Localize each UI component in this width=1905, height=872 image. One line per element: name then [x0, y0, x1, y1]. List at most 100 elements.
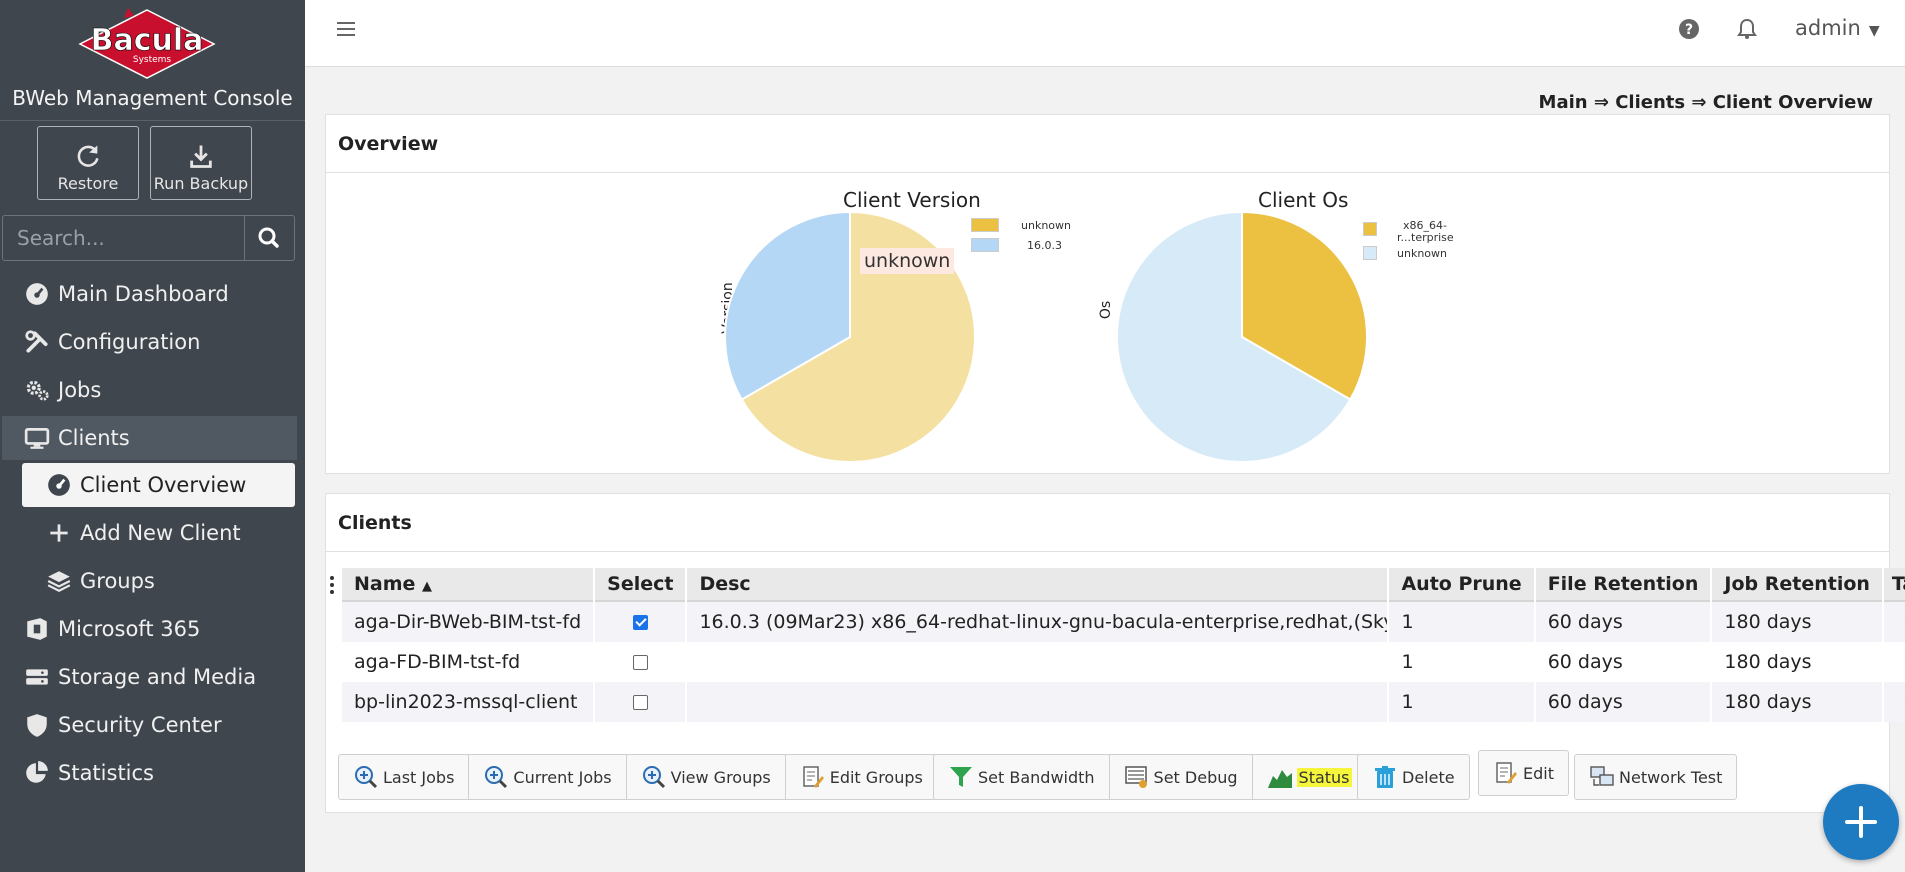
select-cell [595, 642, 686, 682]
status-button[interactable]: Status [1253, 755, 1366, 799]
search-input[interactable] [3, 216, 245, 260]
caret-down-icon: ▼ [1868, 23, 1880, 39]
last-jobs-button[interactable]: Last Jobs [339, 755, 470, 799]
job-retention: 180 days [1712, 602, 1882, 642]
edit-groups-label: Edit Groups [829, 767, 923, 787]
group-client-actions: Set Bandwidth Set Debug Status [933, 754, 1367, 800]
search-icon[interactable] [244, 216, 294, 260]
edit-button-group: Edit [1478, 750, 1569, 796]
sidebar-item-security-center[interactable]: Security Center [0, 703, 295, 747]
dashboard-icon [26, 283, 48, 305]
sidebar-item-main-dashboard[interactable]: Main Dashboard [0, 272, 295, 316]
run-backup-button[interactable]: Run Backup [150, 126, 252, 200]
zoom-plus-icon [485, 766, 508, 789]
client-version-chart-title: Client Version [843, 188, 981, 212]
client-name[interactable]: aga-FD-BIM-tst-fd [342, 642, 594, 682]
sidebar-item-label: Security Center [58, 713, 222, 737]
job-retention: 180 days [1712, 682, 1882, 722]
sidebar-item-configuration[interactable]: Configuration [0, 320, 295, 364]
table-row[interactable]: aga-FD-BIM-tst-fd 1 60 days 180 days [342, 642, 1905, 682]
restore-button[interactable]: Restore [37, 126, 139, 200]
logo-subtext: Systems [133, 55, 172, 65]
column-header-job-retention[interactable]: Job Retention [1712, 568, 1882, 602]
legend-swatch [971, 218, 999, 232]
sidebar-item-client-overview[interactable]: Client Overview [22, 463, 295, 507]
edit-groups-button[interactable]: Edit Groups [786, 755, 937, 799]
current-jobs-button[interactable]: Current Jobs [469, 755, 627, 799]
select-checkbox[interactable] [632, 655, 648, 670]
sort-asc-icon: ▲ [422, 579, 433, 594]
add-fab-button[interactable] [1823, 784, 1899, 860]
overview-title: Overview [326, 115, 1889, 173]
help-icon[interactable]: ? [1678, 18, 1700, 40]
sidebar-item-clients[interactable]: Clients [2, 416, 297, 460]
tags-cell [1883, 642, 1905, 682]
sidebar-item-label: Main Dashboard [58, 282, 229, 306]
column-header-file-retention[interactable]: File Retention [1535, 568, 1711, 602]
console-title: BWeb Management Console [12, 86, 293, 110]
sidebar-item-label: Configuration [58, 330, 201, 354]
sidebar: Bacula Systems BWeb Management Console R… [0, 0, 305, 872]
select-checkbox[interactable] [632, 615, 648, 630]
client-desc: 16.0.3 (09Mar23) x86_64-redhat-linux-gnu… [687, 602, 1388, 642]
client-os-pie[interactable] [1112, 210, 1372, 466]
network-icon [1590, 766, 1614, 786]
select-checkbox[interactable] [632, 695, 648, 710]
sidebar-item-microsoft-365[interactable]: Microsoft 365 [0, 607, 295, 651]
set-debug-button[interactable]: Set Debug [1110, 755, 1253, 799]
sidebar-item-label: Client Overview [80, 473, 247, 497]
edit-document-icon [1496, 762, 1517, 784]
network-test-label: Network Test [1619, 767, 1723, 787]
sidebar-item-storage-and-media[interactable]: Storage and Media [0, 655, 295, 699]
column-header-desc[interactable]: Desc [687, 568, 1388, 602]
sidebar-divider [0, 120, 305, 121]
sidebar-item-add-new-client[interactable]: Add New Client [22, 511, 317, 555]
client-name[interactable]: bp-lin2023-mssql-client [342, 682, 594, 722]
last-jobs-label: Last Jobs [383, 767, 455, 787]
restore-label: Restore [57, 174, 119, 193]
sidebar-item-jobs[interactable]: Jobs [0, 368, 295, 412]
sidebar-item-groups[interactable]: Groups [22, 559, 317, 603]
user-menu[interactable]: admin ▼ [1795, 16, 1880, 40]
top-bar: ? admin ▼ [305, 0, 1905, 67]
delete-label: Delete [1402, 767, 1455, 787]
column-header-select[interactable]: Select [595, 568, 686, 602]
table-row[interactable]: bp-lin2023-mssql-client 1 60 days 180 da… [342, 682, 1905, 722]
edit-label: Edit [1523, 763, 1554, 783]
delete-button[interactable]: Delete [1358, 755, 1469, 799]
legend-swatch [1363, 246, 1377, 260]
delete-button-group: Delete [1357, 754, 1470, 800]
status-graph-icon [1267, 770, 1292, 788]
table-row[interactable]: aga-Dir-BWeb-BIM-tst-fd 16.0.3 (09Mar23)… [342, 602, 1905, 642]
column-menu-icon[interactable] [328, 574, 336, 596]
run-backup-label: Run Backup [153, 174, 249, 193]
set-bandwidth-button[interactable]: Set Bandwidth [934, 755, 1110, 799]
download-icon [190, 145, 212, 168]
bell-icon[interactable] [1736, 18, 1758, 40]
sidebar-item-statistics[interactable]: Statistics [0, 751, 295, 795]
hamburger-menu-icon[interactable] [335, 18, 357, 40]
column-header-auto-prune[interactable]: Auto Prune [1389, 568, 1534, 602]
select-cell [595, 602, 686, 642]
network-test-button[interactable]: Network Test [1575, 755, 1736, 799]
client-name[interactable]: aga-Dir-BWeb-BIM-tst-fd [342, 602, 594, 642]
legend-swatch [1363, 222, 1377, 236]
column-header-name[interactable]: Name ▲ [342, 568, 594, 602]
monitor-icon [24, 427, 50, 449]
edit-button[interactable]: Edit [1479, 751, 1568, 795]
network-test-button-group: Network Test [1574, 754, 1738, 800]
current-jobs-label: Current Jobs [513, 767, 612, 787]
bacula-logo[interactable]: Bacula Systems [72, 4, 222, 84]
select-cell [595, 682, 686, 722]
file-retention: 60 days [1535, 642, 1711, 682]
column-header-tags[interactable]: Tags [1883, 568, 1905, 602]
clients-title: Clients [326, 494, 1889, 552]
sidebar-item-label: Jobs [58, 378, 102, 402]
sidebar-item-label: Statistics [58, 761, 154, 785]
plus-icon [50, 524, 68, 542]
legend-label: x86_64-r...terprise [1397, 219, 1454, 244]
file-retention: 60 days [1535, 682, 1711, 722]
sidebar-item-label: Groups [80, 569, 155, 593]
view-groups-button[interactable]: View Groups [627, 755, 786, 799]
debug-list-icon [1124, 766, 1147, 788]
